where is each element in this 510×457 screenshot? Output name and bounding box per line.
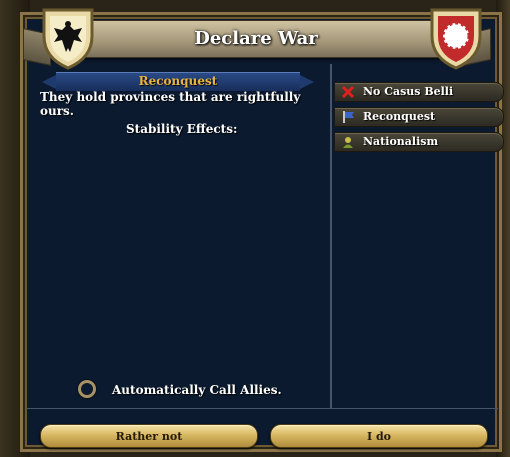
stability-effects-label: Stability Effects: — [126, 122, 238, 136]
cb-item-reconquest[interactable]: Reconquest — [334, 107, 504, 127]
cb-item-label: Reconquest — [363, 110, 436, 123]
casus-belli-title: Reconquest — [138, 74, 218, 88]
cb-item-label: No Casus Belli — [363, 85, 454, 98]
cb-item-label: Nationalism — [363, 135, 439, 148]
call-allies-radio[interactable] — [78, 380, 96, 398]
cb-item-no-casus-belli[interactable]: No Casus Belli — [334, 82, 504, 102]
cb-item-nationalism[interactable]: Nationalism — [334, 132, 504, 152]
panel-divider-vertical — [330, 64, 332, 408]
rather-not-button[interactable]: Rather not — [40, 424, 258, 448]
seal-shield-icon — [430, 8, 482, 70]
i-do-button[interactable]: I do — [270, 424, 488, 448]
casus-belli-description: They hold provinces that are rightfully … — [40, 90, 301, 118]
nationalism-icon — [343, 137, 353, 148]
panel-divider-horizontal — [26, 408, 498, 409]
call-allies-label: Automatically Call Allies. — [112, 383, 282, 397]
blue-flag-icon — [343, 111, 354, 123]
red-x-icon — [341, 85, 355, 99]
dialog-title: Declare War — [194, 27, 318, 49]
eagle-shield-icon — [42, 8, 94, 70]
